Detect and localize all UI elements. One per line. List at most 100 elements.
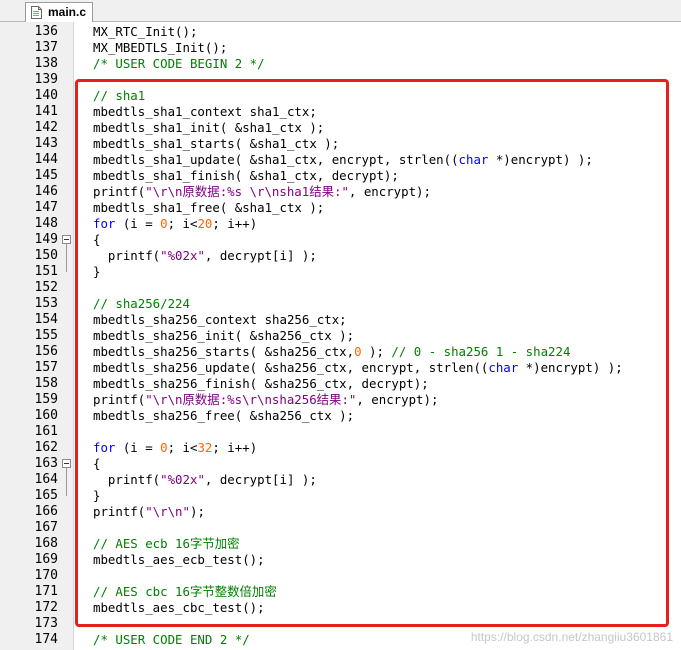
fold-guide-line <box>66 468 67 496</box>
code-line: 147 mbedtls_sha1_free( &sha1_ctx ); <box>0 200 681 216</box>
code-line: 166 printf("\r\n"); <box>0 504 681 520</box>
code-text: mbedtls_aes_ecb_test(); <box>93 552 265 567</box>
line-number: 149 <box>34 232 58 247</box>
code-text: for (i = 0; i<32; i++) <box>93 440 258 455</box>
code-text: mbedtls_sha256_context sha256_ctx; <box>93 312 347 327</box>
code-line: 162 for (i = 0; i<32; i++) <box>0 440 681 456</box>
line-number: 153 <box>34 296 58 311</box>
code-line: 137 MX_MBEDTLS_Init(); <box>0 40 681 56</box>
code-line: 167 <box>0 520 681 536</box>
code-text: mbedtls_sha1_update( &sha1_ctx, encrypt,… <box>93 152 593 167</box>
code-text: mbedtls_sha1_starts( &sha1_ctx ); <box>93 136 340 151</box>
code-line: 143 mbedtls_sha1_starts( &sha1_ctx ); <box>0 136 681 152</box>
line-number: 147 <box>34 200 58 215</box>
code-text: printf("\r\n"); <box>93 504 205 519</box>
line-number: 136 <box>34 24 58 39</box>
code-text: mbedtls_sha256_starts( &sha256_ctx,0 ); … <box>93 344 571 359</box>
code-text: MX_MBEDTLS_Init(); <box>93 40 228 55</box>
code-text: } <box>93 264 101 279</box>
line-number: 161 <box>34 424 58 439</box>
tab-label: main.c <box>48 5 87 19</box>
code-text: // sha1 <box>93 88 146 103</box>
line-number: 140 <box>34 88 58 103</box>
code-line: 138 /* USER CODE BEGIN 2 */ <box>0 56 681 72</box>
code-line: 145 mbedtls_sha1_finish( &sha1_ctx, decry… <box>0 168 681 184</box>
code-line: 151} <box>0 264 681 280</box>
code-text: // AES cbc 16字节整数倍加密 <box>93 584 277 599</box>
code-line: 139 <box>0 72 681 88</box>
code-text: MX_RTC_Init(); <box>93 24 198 39</box>
code-text: mbedtls_sha256_init( &sha256_ctx ); <box>93 328 355 343</box>
code-line: 171 // AES cbc 16字节整数倍加密 <box>0 584 681 600</box>
code-line: 146 printf("\r\n原数据:%s \r\nsha1结果:", encr… <box>0 184 681 200</box>
code-line: 158 mbedtls_sha256_finish( &sha256_ctx, d… <box>0 376 681 392</box>
code-line: 156 mbedtls_sha256_starts( &sha256_ctx,0 … <box>0 344 681 360</box>
code-text: mbedtls_sha256_free( &sha256_ctx ); <box>93 408 355 423</box>
line-number: 160 <box>34 408 58 423</box>
line-number: 151 <box>34 264 58 279</box>
line-number: 145 <box>34 168 58 183</box>
line-number: 139 <box>34 72 58 87</box>
code-line: 161 <box>0 424 681 440</box>
code-line: 140 // sha1 <box>0 88 681 104</box>
line-number: 165 <box>34 488 58 503</box>
line-number: 137 <box>34 40 58 55</box>
line-number: 154 <box>34 312 58 327</box>
code-line: 168 // AES ecb 16字节加密 <box>0 536 681 552</box>
watermark-text: https://blog.csdn.net/zhangiiu3601861 <box>470 630 673 644</box>
code-text: for (i = 0; i<20; i++) <box>93 216 258 231</box>
line-number: 168 <box>34 536 58 551</box>
line-number: 148 <box>34 216 58 231</box>
code-text: mbedtls_sha1_init( &sha1_ctx ); <box>93 120 325 135</box>
line-number: 170 <box>34 568 58 583</box>
line-number: 163 <box>34 456 58 471</box>
c-file-icon <box>31 6 42 19</box>
code-line: 160 mbedtls_sha256_free( &sha256_ctx ); <box>0 408 681 424</box>
code-text: } <box>93 488 101 503</box>
code-text: mbedtls_aes_cbc_test(); <box>93 600 265 615</box>
code-text: mbedtls_sha1_free( &sha1_ctx ); <box>93 200 325 215</box>
code-line: 136 MX_RTC_Init(); <box>0 24 681 40</box>
line-number: 141 <box>34 104 58 119</box>
fold-toggle-icon[interactable] <box>62 459 71 468</box>
code-line: 149 { <box>0 232 681 248</box>
code-text: printf("%02x", decrypt[i] ); <box>93 472 317 487</box>
line-number: 157 <box>34 360 58 375</box>
line-number: 143 <box>34 136 58 151</box>
line-number: 164 <box>34 472 58 487</box>
code-line: 157 mbedtls_sha256_update( &sha256_ctx, e… <box>0 360 681 376</box>
line-number: 138 <box>34 56 58 71</box>
code-text: { <box>93 232 101 247</box>
code-text: printf("\r\n原数据:%s \r\nsha1结果:", encrypt… <box>93 184 431 199</box>
line-number: 167 <box>34 520 58 535</box>
code-text: // AES ecb 16字节加密 <box>93 536 240 551</box>
code-line: 170 <box>0 568 681 584</box>
fold-toggle-icon[interactable] <box>62 235 71 244</box>
code-line: 163 { <box>0 456 681 472</box>
code-line: 144 mbedtls_sha1_update( &sha1_ctx, encry… <box>0 152 681 168</box>
line-number: 171 <box>34 584 58 599</box>
line-number: 156 <box>34 344 58 359</box>
code-text: printf("%02x", decrypt[i] ); <box>93 248 317 263</box>
fold-guide-line <box>66 244 67 272</box>
line-number: 174 <box>34 632 58 647</box>
line-number: 155 <box>34 328 58 343</box>
code-text: /* USER CODE BEGIN 2 */ <box>93 56 265 71</box>
code-line: 154 mbedtls_sha256_context sha256_ctx; <box>0 312 681 328</box>
code-line: 165} <box>0 488 681 504</box>
code-text: { <box>93 456 101 471</box>
code-line: 141 mbedtls_sha1_context sha1_ctx; <box>0 104 681 120</box>
code-line: 159 printf("\r\n原数据:%s\r\nsha256结果:", enc… <box>0 392 681 408</box>
line-number: 152 <box>34 280 58 295</box>
line-number: 146 <box>34 184 58 199</box>
line-number: 159 <box>34 392 58 407</box>
code-text: /* USER CODE END 2 */ <box>93 632 250 647</box>
line-number: 158 <box>34 376 58 391</box>
line-number: 169 <box>34 552 58 567</box>
line-number: 142 <box>34 120 58 135</box>
code-text: mbedtls_sha256_finish( &sha256_ctx, decr… <box>93 376 429 391</box>
code-line: 155 mbedtls_sha256_init( &sha256_ctx ); <box>0 328 681 344</box>
code-text: mbedtls_sha1_finish( &sha1_ctx, decrypt)… <box>93 168 399 183</box>
tab-main-c[interactable]: main.c <box>25 2 94 22</box>
code-line: 148 for (i = 0; i<20; i++) <box>0 216 681 232</box>
